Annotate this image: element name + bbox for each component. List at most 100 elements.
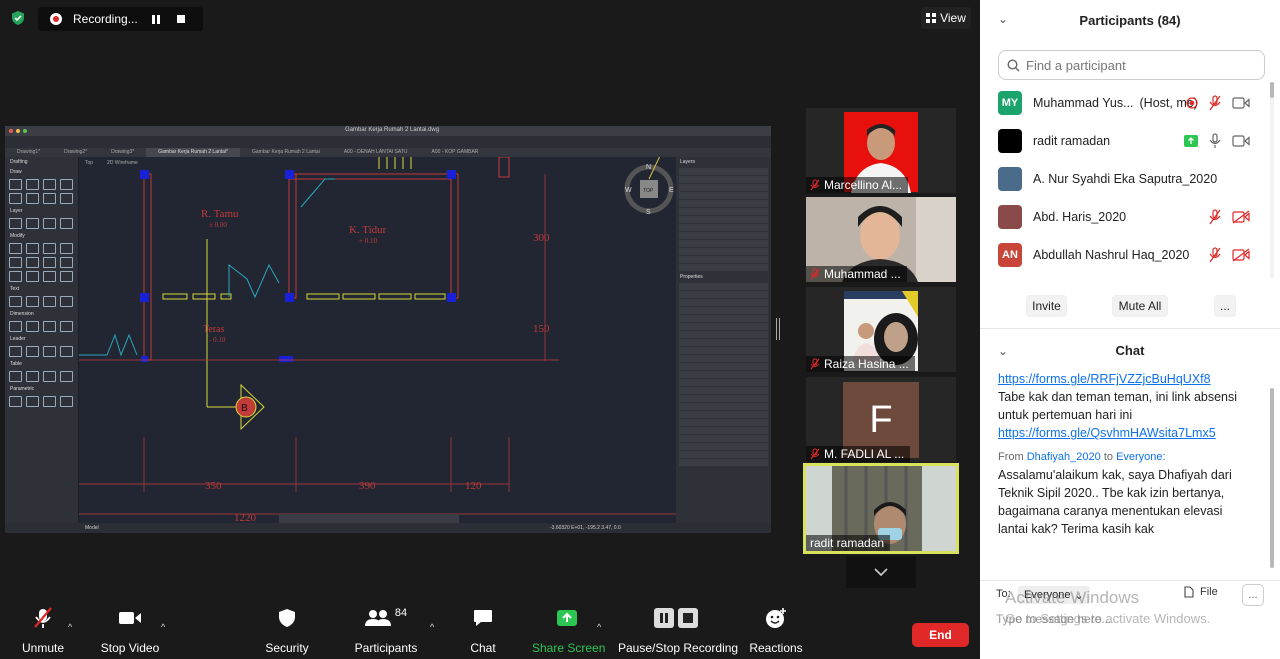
participant-name: Abd. Haris_2020: [1033, 210, 1127, 224]
video-tile[interactable]: Marcellino Al...: [806, 108, 956, 193]
palette-section: Draw: [10, 169, 22, 175]
chat-link[interactable]: https://forms.gle/QsvhmHAWsita7Lmx5: [998, 426, 1216, 440]
cad-toolbar: [5, 136, 771, 148]
shield-icon: [279, 609, 295, 627]
avatar: AN: [998, 243, 1022, 267]
mute-all-button[interactable]: Mute All: [1112, 295, 1168, 317]
cad-tab: Drawing1*: [17, 149, 41, 155]
avatar: MY: [998, 91, 1022, 115]
invite-button[interactable]: Invite: [1026, 295, 1067, 317]
video-camera-icon[interactable]: [1232, 135, 1250, 147]
muted-mic-icon: [810, 179, 820, 191]
participants-scrollbar[interactable]: [1270, 82, 1274, 278]
meeting-toolbar: Unmute ^ Stop Video ^ Security 84 Partic…: [0, 604, 980, 659]
tile-name: M. FADLI AL ...: [806, 446, 911, 462]
video-tile[interactable]: F M. FADLI AL ...: [806, 377, 956, 462]
chat-scrollbar[interactable]: [1270, 388, 1274, 568]
palette-section: Dimension: [10, 311, 34, 317]
activate-windows-hint: Go to Settings to activate Windows.: [1005, 611, 1211, 626]
video-tile-active-speaker[interactable]: radit ramadan: [803, 463, 959, 554]
participants-header: ⌄ Participants (84): [980, 0, 1280, 40]
chat-message-sender: From Dhafiyah_2020 to Everyone:: [998, 451, 1166, 463]
viewcube-compass[interactable]: TOP N S W E: [624, 157, 674, 216]
recording-label: Recording...: [73, 12, 138, 26]
muted-mic-icon: [34, 607, 52, 628]
layers-title: Layers: [680, 159, 696, 165]
participant-name: Muhammad Yus...: [1033, 96, 1134, 110]
end-meeting-button[interactable]: End: [912, 623, 969, 647]
pause-recording-button[interactable]: [145, 8, 167, 30]
model-tab[interactable]: Model: [85, 525, 99, 531]
chat-link[interactable]: https://forms.gle/RRFjVZZjcBuHqUXf8: [998, 372, 1211, 386]
security-shield-icon[interactable]: [10, 10, 26, 26]
recording-icon: [1186, 97, 1198, 109]
share-screen-button[interactable]: Share Screen: [532, 604, 605, 655]
stop-video-button[interactable]: Stop Video: [98, 604, 162, 655]
pause-stop-recording-button[interactable]: Pause/Stop Recording: [618, 604, 738, 655]
view-label: View: [940, 11, 966, 25]
muted-mic-icon[interactable]: [1208, 95, 1222, 111]
participants-options-caret[interactable]: ^: [430, 622, 434, 632]
video-camera-icon[interactable]: [1232, 97, 1250, 109]
participant-search-input[interactable]: Find a participant: [998, 50, 1265, 80]
file-icon: [1184, 586, 1194, 598]
participants-button[interactable]: 84 Participants: [350, 604, 422, 655]
cad-drawing-canvas[interactable]: Top 2D Wireframe R. Tamu ± 0.00 K. Tidur…: [79, 157, 676, 523]
tile-name: Marcellino Al...: [806, 177, 909, 193]
dimension-label: 350: [205, 480, 222, 492]
audio-options-caret[interactable]: ^: [68, 622, 72, 632]
cad-layers-panel: Layers Properties: [676, 157, 771, 523]
view-label: Top: [85, 160, 93, 166]
participant-name: radit ramadan: [1033, 134, 1111, 148]
unmute-button[interactable]: Unmute: [14, 604, 72, 655]
view-button[interactable]: View: [921, 7, 971, 29]
participant-actions: Invite Mute All ...: [980, 292, 1280, 320]
side-panel: ⌄ Participants (84) Find a participant M…: [980, 0, 1280, 659]
chevron-down-icon: [874, 568, 888, 576]
search-placeholder: Find a participant: [1026, 57, 1126, 73]
cad-window-title: Gambar Kerja Rumah 2 Lantai.dwg: [345, 127, 440, 133]
participant-row[interactable]: A. Nur Syahdi Eka Saputra_2020: [980, 160, 1270, 198]
dimension-label: 120: [465, 480, 482, 492]
panel-divider: [980, 328, 1280, 329]
video-options-caret[interactable]: ^: [161, 622, 165, 632]
mic-icon[interactable]: [1208, 133, 1222, 149]
video-off-icon[interactable]: [1232, 210, 1250, 224]
video-tile[interactable]: Raiza Hasina ...: [806, 287, 956, 372]
svg-text:TOP: TOP: [643, 188, 654, 194]
chat-button[interactable]: Chat: [464, 604, 502, 655]
file-button[interactable]: File: [1184, 586, 1218, 598]
cad-tab: A00 - KOP GAMBAR: [431, 149, 479, 155]
tile-name: Muhammad ...: [806, 266, 907, 282]
participant-name: Abdullah Nashrul Haq_2020: [1033, 248, 1190, 262]
cad-tab: Drawing3*: [111, 149, 135, 155]
video-off-icon[interactable]: [1232, 248, 1250, 262]
cad-statusbar: Model -3.60320 E+01, -195.2 3.47, 0.0: [5, 523, 771, 533]
participant-row[interactable]: radit ramadan: [980, 122, 1270, 160]
chat-header: ⌄ Chat: [980, 336, 1280, 364]
stop-recording-button[interactable]: [170, 8, 192, 30]
muted-mic-icon[interactable]: [1208, 247, 1222, 263]
share-options-caret[interactable]: ^: [597, 622, 601, 632]
cad-tool-palette: Drafting Draw Layer Modify Text Dimensio…: [5, 157, 78, 523]
muted-mic-icon[interactable]: [1208, 209, 1222, 225]
video-camera-icon: [119, 612, 141, 624]
section-marker: B: [241, 403, 248, 414]
chat-bubble-icon: [474, 610, 492, 626]
video-tile[interactable]: Muhammad ...: [806, 197, 956, 282]
splitter-handle[interactable]: [776, 318, 780, 340]
participant-row[interactable]: AN Abdullah Nashrul Haq_2020: [980, 236, 1270, 274]
search-icon: [1007, 58, 1020, 71]
more-options-button[interactable]: ...: [1214, 295, 1236, 317]
palette-section: Leader: [10, 336, 26, 342]
recording-indicator: Recording...: [38, 7, 203, 31]
chat-more-button[interactable]: ...: [1242, 584, 1264, 606]
reactions-button[interactable]: Reactions: [748, 604, 804, 655]
palette-section: Table: [10, 361, 22, 367]
stop-icon: [678, 608, 698, 628]
security-button[interactable]: Security: [262, 604, 312, 655]
participant-row[interactable]: MY Muhammad Yus... (Host, me): [980, 84, 1270, 122]
scroll-tiles-down-button[interactable]: [846, 556, 916, 588]
svg-text:E: E: [669, 187, 674, 194]
participant-row[interactable]: Abd. Haris_2020: [980, 198, 1270, 236]
